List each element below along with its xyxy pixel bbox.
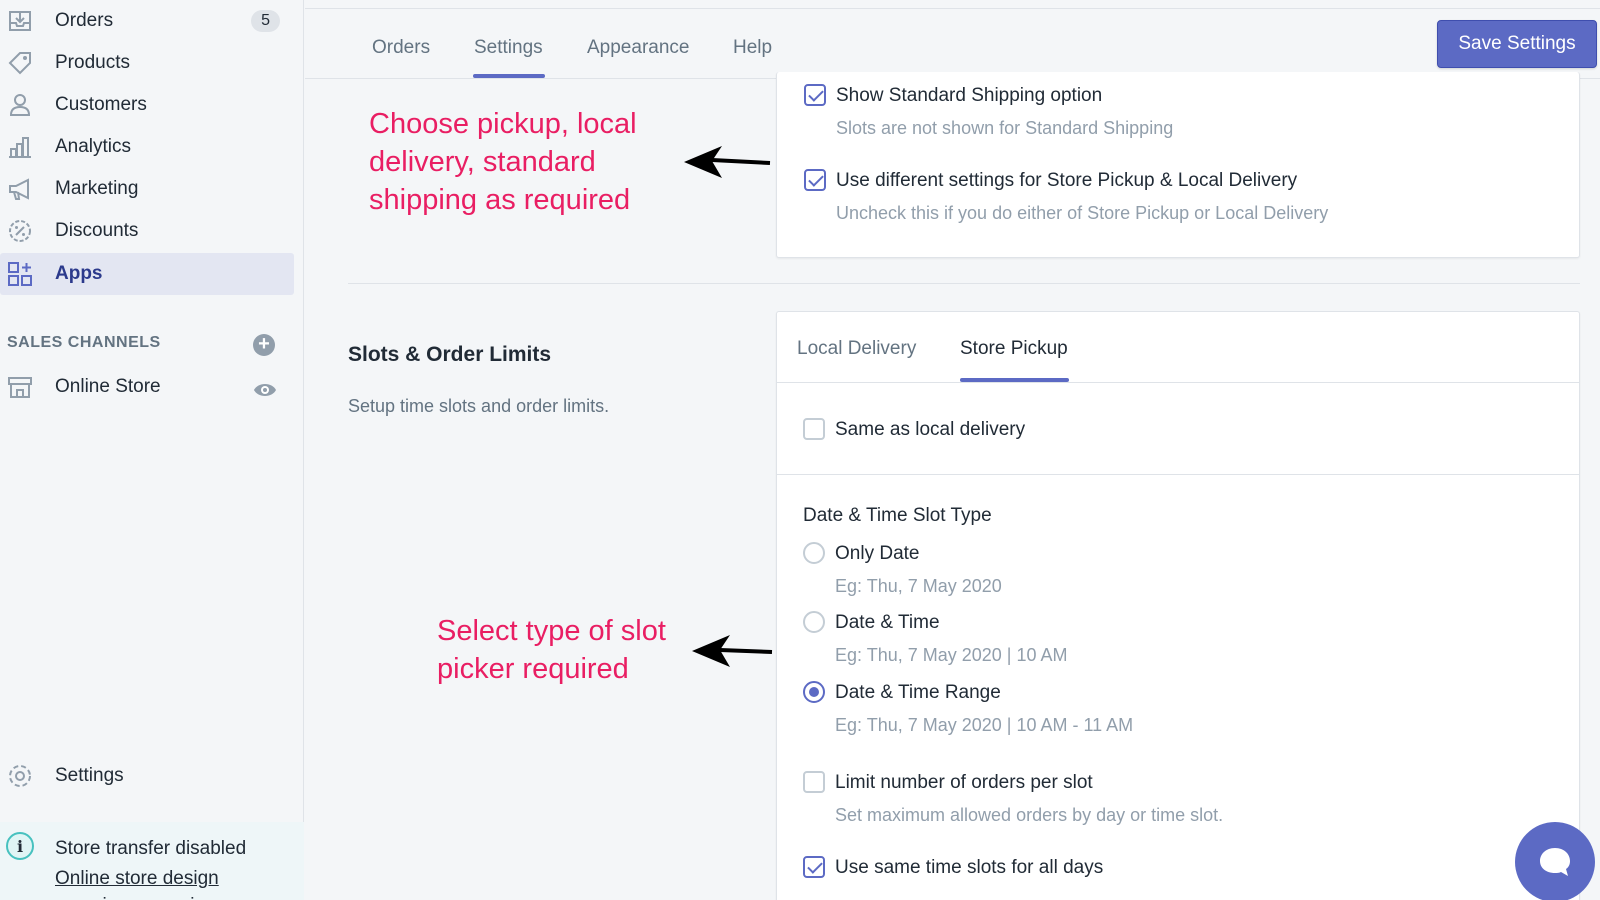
megaphone-icon — [6, 175, 34, 203]
sidebar-item-label: Products — [55, 52, 130, 73]
same-as-local-checkbox[interactable] — [803, 418, 825, 440]
sidebar-item-products[interactable]: Products — [0, 42, 294, 84]
chat-launcher-button[interactable] — [1515, 822, 1595, 900]
arrow-left-icon — [692, 635, 773, 667]
store-icon — [6, 373, 34, 401]
different-settings-label: Use different settings for Store Pickup … — [836, 170, 1298, 191]
store-transfer-notice: i Store transfer disabled Online store d… — [0, 822, 304, 900]
annotation-line: Select type of slot — [437, 615, 666, 647]
show-standard-shipping-help: Slots are not shown for Standard Shippin… — [836, 118, 1174, 138]
different-settings-help: Uncheck this if you do either of Store P… — [836, 203, 1329, 223]
sidebar-item-orders[interactable]: Orders 5 — [0, 0, 294, 42]
info-icon: i — [6, 832, 34, 860]
date-time-example: Eg: Thu, 7 May 2020 | 10 AM — [835, 645, 1068, 665]
sales-channels-heading: SALES CHANNELS — [7, 334, 161, 351]
gear-icon — [6, 762, 34, 790]
tab-store-pickup[interactable]: Store Pickup — [960, 338, 1068, 360]
sidebar-item-apps[interactable]: Apps — [0, 253, 294, 295]
slot-type-heading: Date & Time Slot Type — [803, 505, 992, 526]
slots-section-description: Setup time slots and order limits. — [348, 396, 610, 416]
annotation-line: picker required — [437, 653, 629, 685]
sidebar-item-online-store[interactable]: Online Store — [0, 366, 294, 408]
show-standard-shipping-checkbox[interactable] — [804, 84, 826, 106]
chat-bubble-icon — [1540, 848, 1570, 876]
person-icon — [6, 91, 34, 119]
annotation-line: delivery, standard — [369, 146, 596, 178]
date-time-range-radio[interactable] — [803, 681, 825, 703]
only-date-radio[interactable] — [803, 542, 825, 564]
date-time-range-label: Date & Time Range — [835, 682, 1001, 703]
discount-icon — [6, 217, 34, 245]
annotation-slot-type: Select type of slot picker required — [437, 612, 666, 688]
slots-section-title: Slots & Order Limits — [348, 343, 552, 366]
same-time-slots-checkbox[interactable] — [803, 856, 825, 878]
section-divider — [348, 283, 1580, 284]
add-sales-channel-icon[interactable]: + — [253, 334, 275, 356]
sidebar-item-analytics[interactable]: Analytics — [0, 126, 294, 168]
only-date-label: Only Date — [835, 543, 920, 564]
design-preview-link[interactable]: Online store design experience preview — [55, 865, 255, 900]
sidebar-item-label: Discounts — [55, 220, 139, 241]
same-as-local-label: Same as local delivery — [835, 419, 1026, 440]
annotation-line: Choose pickup, local — [369, 108, 637, 140]
bar-chart-icon — [6, 133, 34, 161]
sidebar: Orders 5 Products Customers Analytics Ma… — [0, 0, 304, 900]
sidebar-item-label: Customers — [55, 94, 147, 115]
sidebar-item-label: Marketing — [55, 178, 139, 199]
tab-settings[interactable]: Settings — [474, 37, 543, 59]
show-standard-shipping-label: Show Standard Shipping option — [836, 85, 1103, 106]
arrow-left-icon — [684, 146, 771, 178]
sidebar-item-customers[interactable]: Customers — [0, 84, 294, 126]
sidebar-item-label: Orders — [55, 10, 114, 31]
tab-local-delivery[interactable]: Local Delivery — [797, 338, 916, 360]
date-time-radio[interactable] — [803, 611, 825, 633]
shipping-options-card: Show Standard Shipping option Slots are … — [776, 72, 1580, 258]
sidebar-item-label: Online Store — [55, 376, 161, 397]
annotation-shipping: Choose pickup, local delivery, standard … — [369, 105, 637, 219]
same-time-slots-label: Use same time slots for all days — [835, 857, 1104, 878]
inbox-icon — [6, 7, 34, 35]
sidebar-item-settings[interactable]: Settings — [0, 755, 294, 797]
tab-appearance[interactable]: Appearance — [587, 37, 689, 59]
tab-orders[interactable]: Orders — [372, 37, 430, 59]
apps-icon — [6, 260, 34, 288]
view-store-eye-icon[interactable] — [253, 380, 277, 405]
active-tab-indicator — [473, 74, 545, 78]
different-settings-checkbox[interactable] — [804, 169, 826, 191]
notice-title: Store transfer disabled — [55, 838, 247, 859]
app-tab-bar: Orders Settings Appearance Help — [305, 8, 1600, 79]
sidebar-item-discounts[interactable]: Discounts — [0, 210, 294, 252]
limit-orders-label: Limit number of orders per slot — [835, 772, 1093, 793]
date-time-label: Date & Time — [835, 612, 940, 633]
card-section-divider — [777, 474, 1579, 475]
sidebar-item-label: Apps — [55, 263, 103, 284]
tab-help[interactable]: Help — [733, 37, 772, 59]
limit-orders-checkbox[interactable] — [803, 771, 825, 793]
sidebar-item-label: Analytics — [55, 136, 132, 157]
orders-count-badge: 5 — [251, 10, 280, 32]
tabs-divider — [777, 382, 1579, 383]
annotation-line: shipping as required — [369, 184, 631, 216]
tag-icon — [6, 49, 34, 77]
sidebar-item-marketing[interactable]: Marketing — [0, 168, 294, 210]
save-settings-button[interactable]: Save Settings — [1437, 20, 1597, 68]
sidebar-item-label: Settings — [55, 765, 124, 786]
only-date-example: Eg: Thu, 7 May 2020 — [835, 576, 1002, 596]
date-time-range-example: Eg: Thu, 7 May 2020 | 10 AM - 11 AM — [835, 715, 1134, 735]
limit-orders-help: Set maximum allowed orders by day or tim… — [835, 805, 1224, 825]
